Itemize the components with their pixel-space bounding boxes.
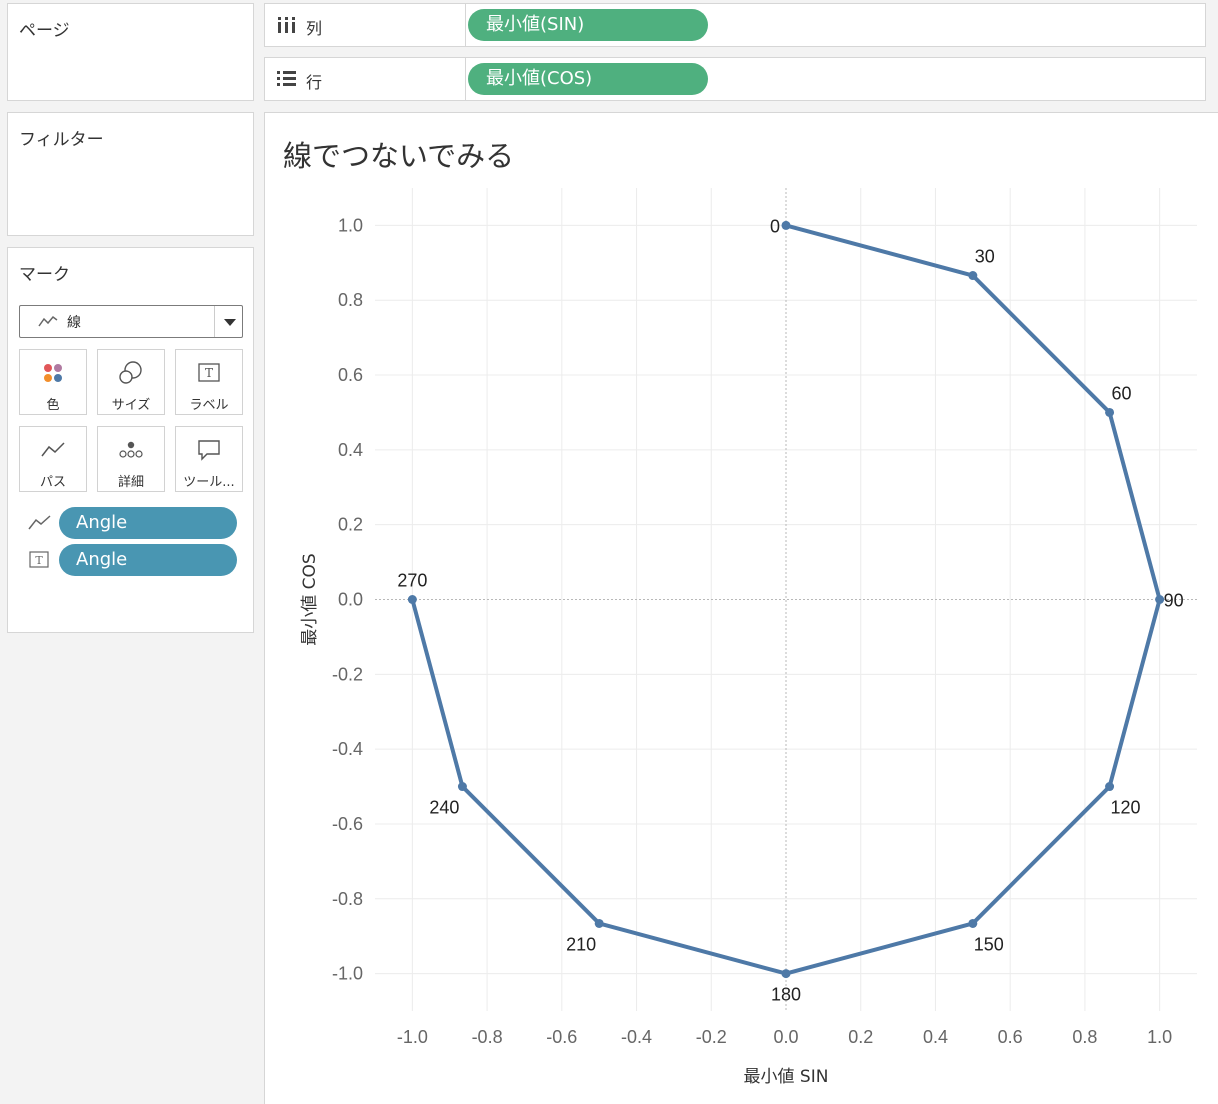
size-button-label: サイズ: [111, 398, 151, 413]
x-tick-label: 0.4: [923, 1027, 948, 1047]
data-label: 180: [771, 985, 801, 1005]
rows-label: 行: [306, 73, 323, 92]
color-button[interactable]: 色: [19, 349, 87, 415]
columns-label: 列: [306, 19, 323, 38]
y-tick-label: 0.4: [338, 440, 363, 460]
path-icon: [28, 515, 51, 530]
y-tick-label: 0.6: [338, 365, 363, 385]
chart-svg[interactable]: -1.0 -0.8 -0.6 -0.4 -0.2 0.0 0.2 0.4 0.6 0.8 1.0 1.…: [265, 113, 1218, 1104]
data-point: [968, 271, 978, 281]
worksheet-view: 線でつないでみる -1.0 -0.8 -0.6 -0.4 -0.2 0.0 0.2 0.4 0.…: [264, 112, 1218, 1104]
label-button[interactable]: T ラベル: [175, 349, 243, 415]
data-point: [407, 595, 417, 604]
x-tick-label: -0.6: [546, 1027, 577, 1047]
marks-panel: マーク 線 色 サイズ T ラベル パス 詳細 ツール... Angle T A…: [7, 247, 254, 633]
y-tick-label: -1.0: [332, 964, 363, 984]
color-icon: [20, 360, 86, 386]
pages-panel: ページ: [7, 3, 254, 101]
svg-text:T: T: [35, 554, 43, 567]
marks-title: マーク: [19, 265, 70, 285]
y-tick-label: -0.2: [332, 664, 363, 684]
rows-icon: [277, 71, 296, 86]
x-tick-label: 0.6: [998, 1027, 1023, 1047]
x-tick-label: -0.8: [472, 1027, 503, 1047]
columns-icon: [278, 17, 295, 33]
y-tick-label: 1.0: [338, 215, 363, 235]
label-icon: T: [29, 551, 49, 568]
label-icon: T: [176, 360, 242, 386]
data-point: [968, 918, 978, 928]
y-tick-label: -0.4: [332, 739, 363, 759]
x-axis-title: 最小値 SIN: [744, 1067, 829, 1087]
y-tick-label: -0.8: [332, 889, 363, 909]
columns-shelf[interactable]: 列 最小値(SIN): [264, 3, 1206, 47]
x-tick-label: 0.2: [848, 1027, 873, 1047]
size-button[interactable]: サイズ: [97, 349, 165, 415]
detail-button-label: 詳細: [117, 475, 144, 490]
data-point: [781, 220, 791, 230]
x-tick-label: -0.4: [621, 1027, 652, 1047]
y-tick-label: 0.2: [338, 515, 363, 535]
x-tick-label: 0.8: [1072, 1027, 1097, 1047]
filters-title: フィルター: [19, 130, 104, 150]
detail-icon: [98, 437, 164, 463]
data-point: [1105, 782, 1115, 792]
detail-button[interactable]: 詳細: [97, 426, 165, 492]
tooltip-button-label: ツール...: [183, 475, 235, 490]
filters-panel[interactable]: フィルター: [7, 112, 254, 236]
x-tick-label: -1.0: [397, 1027, 428, 1047]
y-tick-label: -0.6: [332, 814, 363, 834]
data-point: [781, 969, 791, 979]
path-button-label: パス: [39, 475, 66, 490]
cos-measure-pill[interactable]: 最小値(COS): [468, 63, 708, 95]
y-tick-label: 0.8: [338, 290, 363, 310]
data-label: 0: [770, 216, 780, 236]
rows-shelf[interactable]: 行 最小値(COS): [264, 57, 1206, 101]
y-tick-label: 0.0: [338, 590, 363, 610]
x-tick-label: 0.0: [773, 1027, 798, 1047]
data-label: 120: [1111, 798, 1141, 818]
path-button[interactable]: パス: [19, 426, 87, 492]
y-axis-title: 最小値 COS: [300, 553, 320, 645]
angle-label-pill[interactable]: Angle: [59, 544, 237, 576]
line-mark-icon: [38, 315, 58, 327]
mark-type-label: 線: [67, 315, 81, 331]
data-label: 90: [1164, 591, 1184, 611]
data-label: 240: [429, 798, 459, 818]
x-tick-label: 1.0: [1147, 1027, 1172, 1047]
label-button-label: ラベル: [189, 398, 229, 413]
data-point: [457, 782, 467, 792]
path-icon: [20, 437, 86, 463]
data-label: 210: [566, 934, 596, 954]
chevron-down-icon: [224, 319, 236, 326]
data-label: 60: [1112, 383, 1132, 403]
pages-title: ページ: [19, 21, 70, 41]
data-point: [1105, 407, 1115, 417]
data-point: [594, 918, 604, 928]
data-label: 270: [397, 571, 427, 591]
mark-type-dropdown[interactable]: 線: [19, 305, 243, 338]
tooltip-icon: [176, 437, 242, 463]
sin-measure-pill[interactable]: 最小値(SIN): [468, 9, 708, 41]
size-icon: [98, 360, 164, 386]
svg-text:T: T: [205, 366, 213, 380]
data-label: 150: [974, 934, 1004, 954]
data-label: 30: [975, 247, 995, 267]
x-tick-label: -0.2: [696, 1027, 727, 1047]
color-button-label: 色: [46, 398, 60, 413]
angle-path-pill[interactable]: Angle: [59, 507, 237, 539]
tooltip-button[interactable]: ツール...: [175, 426, 243, 492]
